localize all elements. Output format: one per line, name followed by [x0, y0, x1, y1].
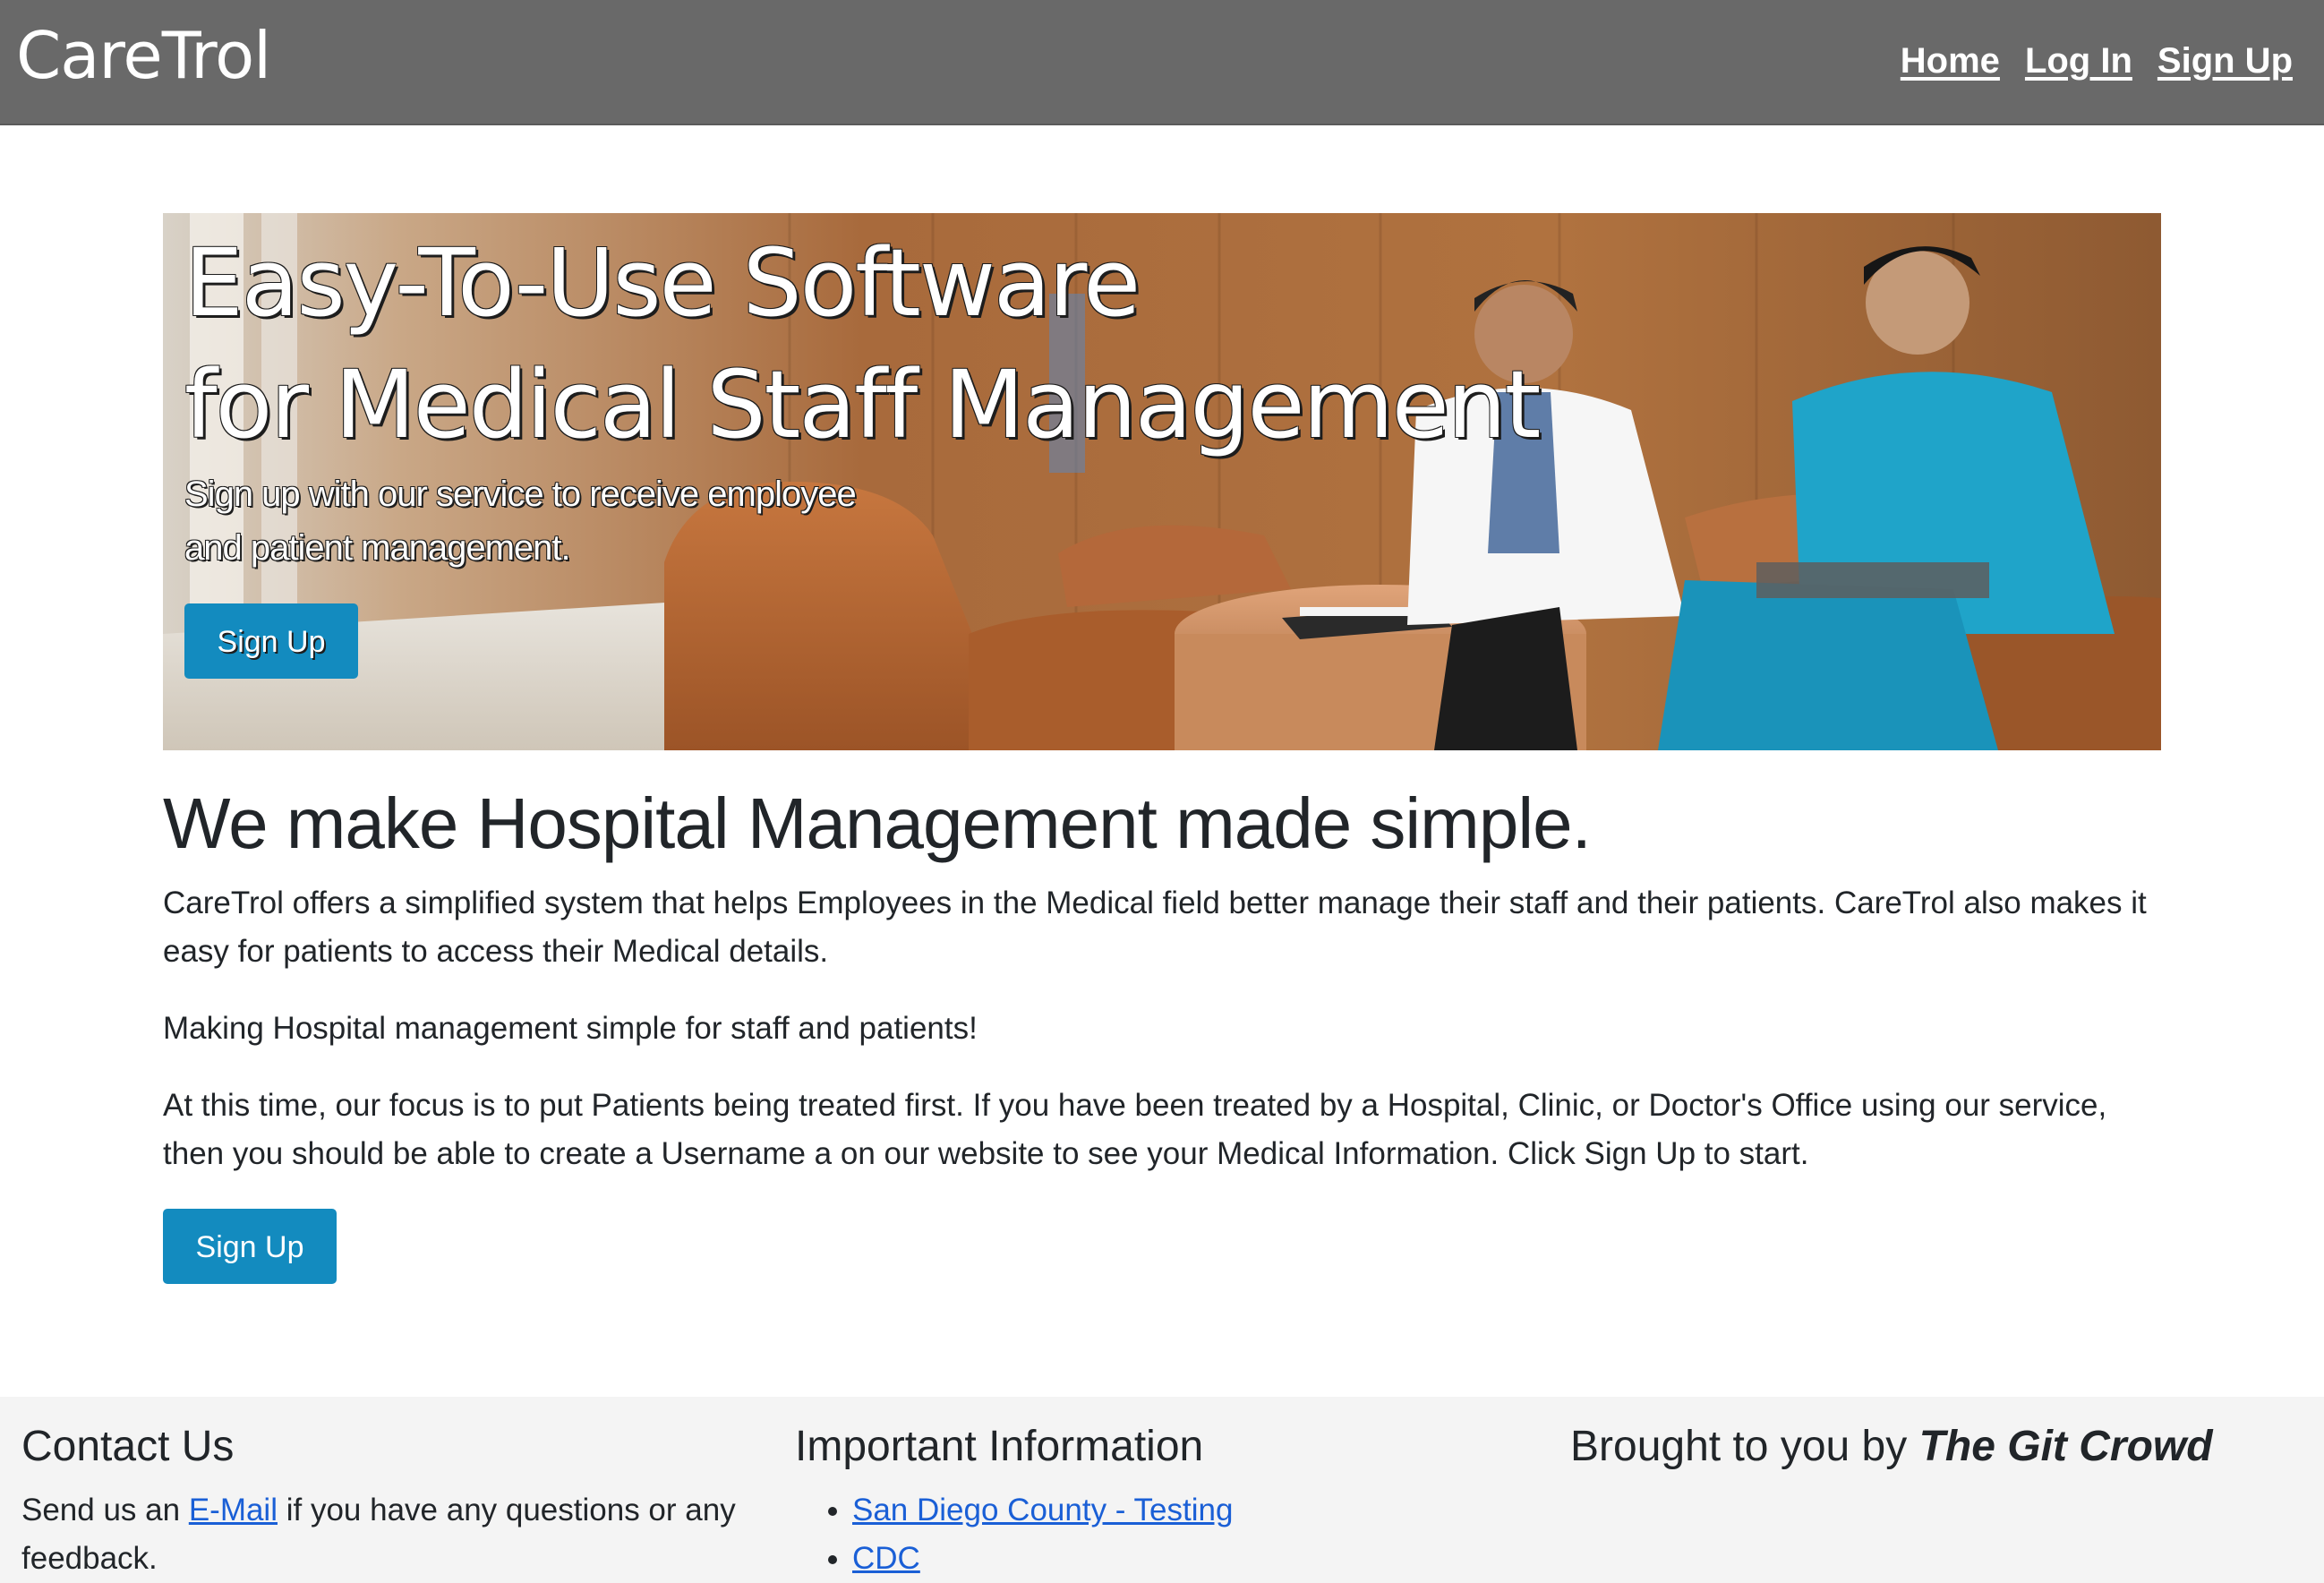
hero-title-line1: Easy-To-Use Software [184, 228, 1141, 338]
cdc-link[interactable]: CDC [852, 1541, 920, 1576]
list-item: CDC [852, 1535, 1233, 1583]
contact-heading: Contact Us [21, 1423, 235, 1470]
tagline-paragraph: Making Hospital management simple for st… [163, 1011, 978, 1046]
info-heading: Important Information [795, 1423, 1204, 1470]
nav-home-link[interactable]: Home [1901, 36, 2000, 86]
footer-info-section: Important Information San Diego County -… [795, 1418, 1233, 1583]
main-signup-button[interactable]: Sign Up [163, 1209, 337, 1284]
team-name: The Git Crowd [1918, 1423, 2213, 1470]
main-content: We make Hospital Management made simple.… [163, 779, 2168, 1284]
brand-logo[interactable]: CareTrol [16, 13, 271, 98]
hero-title-line2: for Medical Staff Management [184, 350, 1541, 459]
intro-paragraph: CareTrol offers a simplified system that… [163, 886, 2147, 969]
footer-contact-section: Contact Us Send us an E-Mail if you have… [21, 1418, 773, 1583]
hero-banner: Easy-To-Use Software for Medical Staff M… [163, 213, 2161, 750]
info-links-list: San Diego County - Testing CDC [795, 1486, 1233, 1583]
nav-signup-link[interactable]: Sign Up [2157, 36, 2293, 86]
credit-heading: Brought to you by The Git Crowd [1570, 1418, 2213, 1476]
top-navbar: CareTrol Home Log In Sign Up [0, 0, 2324, 125]
main-heading: We make Hospital Management made simple. [163, 783, 1592, 863]
list-item: San Diego County - Testing [852, 1486, 1233, 1535]
email-link[interactable]: E-Mail [189, 1493, 278, 1527]
focus-paragraph: At this time, our focus is to put Patien… [163, 1088, 2107, 1171]
nav-links: Home Log In Sign Up [1901, 36, 2293, 86]
hero-title: Easy-To-Use Software for Medical Staff M… [184, 222, 1541, 466]
footer: Contact Us Send us an E-Mail if you have… [0, 1397, 2324, 1583]
nav-login-link[interactable]: Log In [2025, 36, 2132, 86]
san-diego-testing-link[interactable]: San Diego County - Testing [852, 1493, 1233, 1527]
credit-prefix: Brought to you by [1570, 1423, 1919, 1470]
footer-credit-section: Brought to you by The Git Crowd [1570, 1418, 2213, 1476]
contact-text-before: Send us an [21, 1493, 189, 1527]
contact-text: Send us an E-Mail if you have any questi… [21, 1486, 773, 1583]
hero-subtitle: Sign up with our service to receive empl… [184, 475, 857, 568]
hero-signup-button[interactable]: Sign Up [184, 603, 358, 679]
